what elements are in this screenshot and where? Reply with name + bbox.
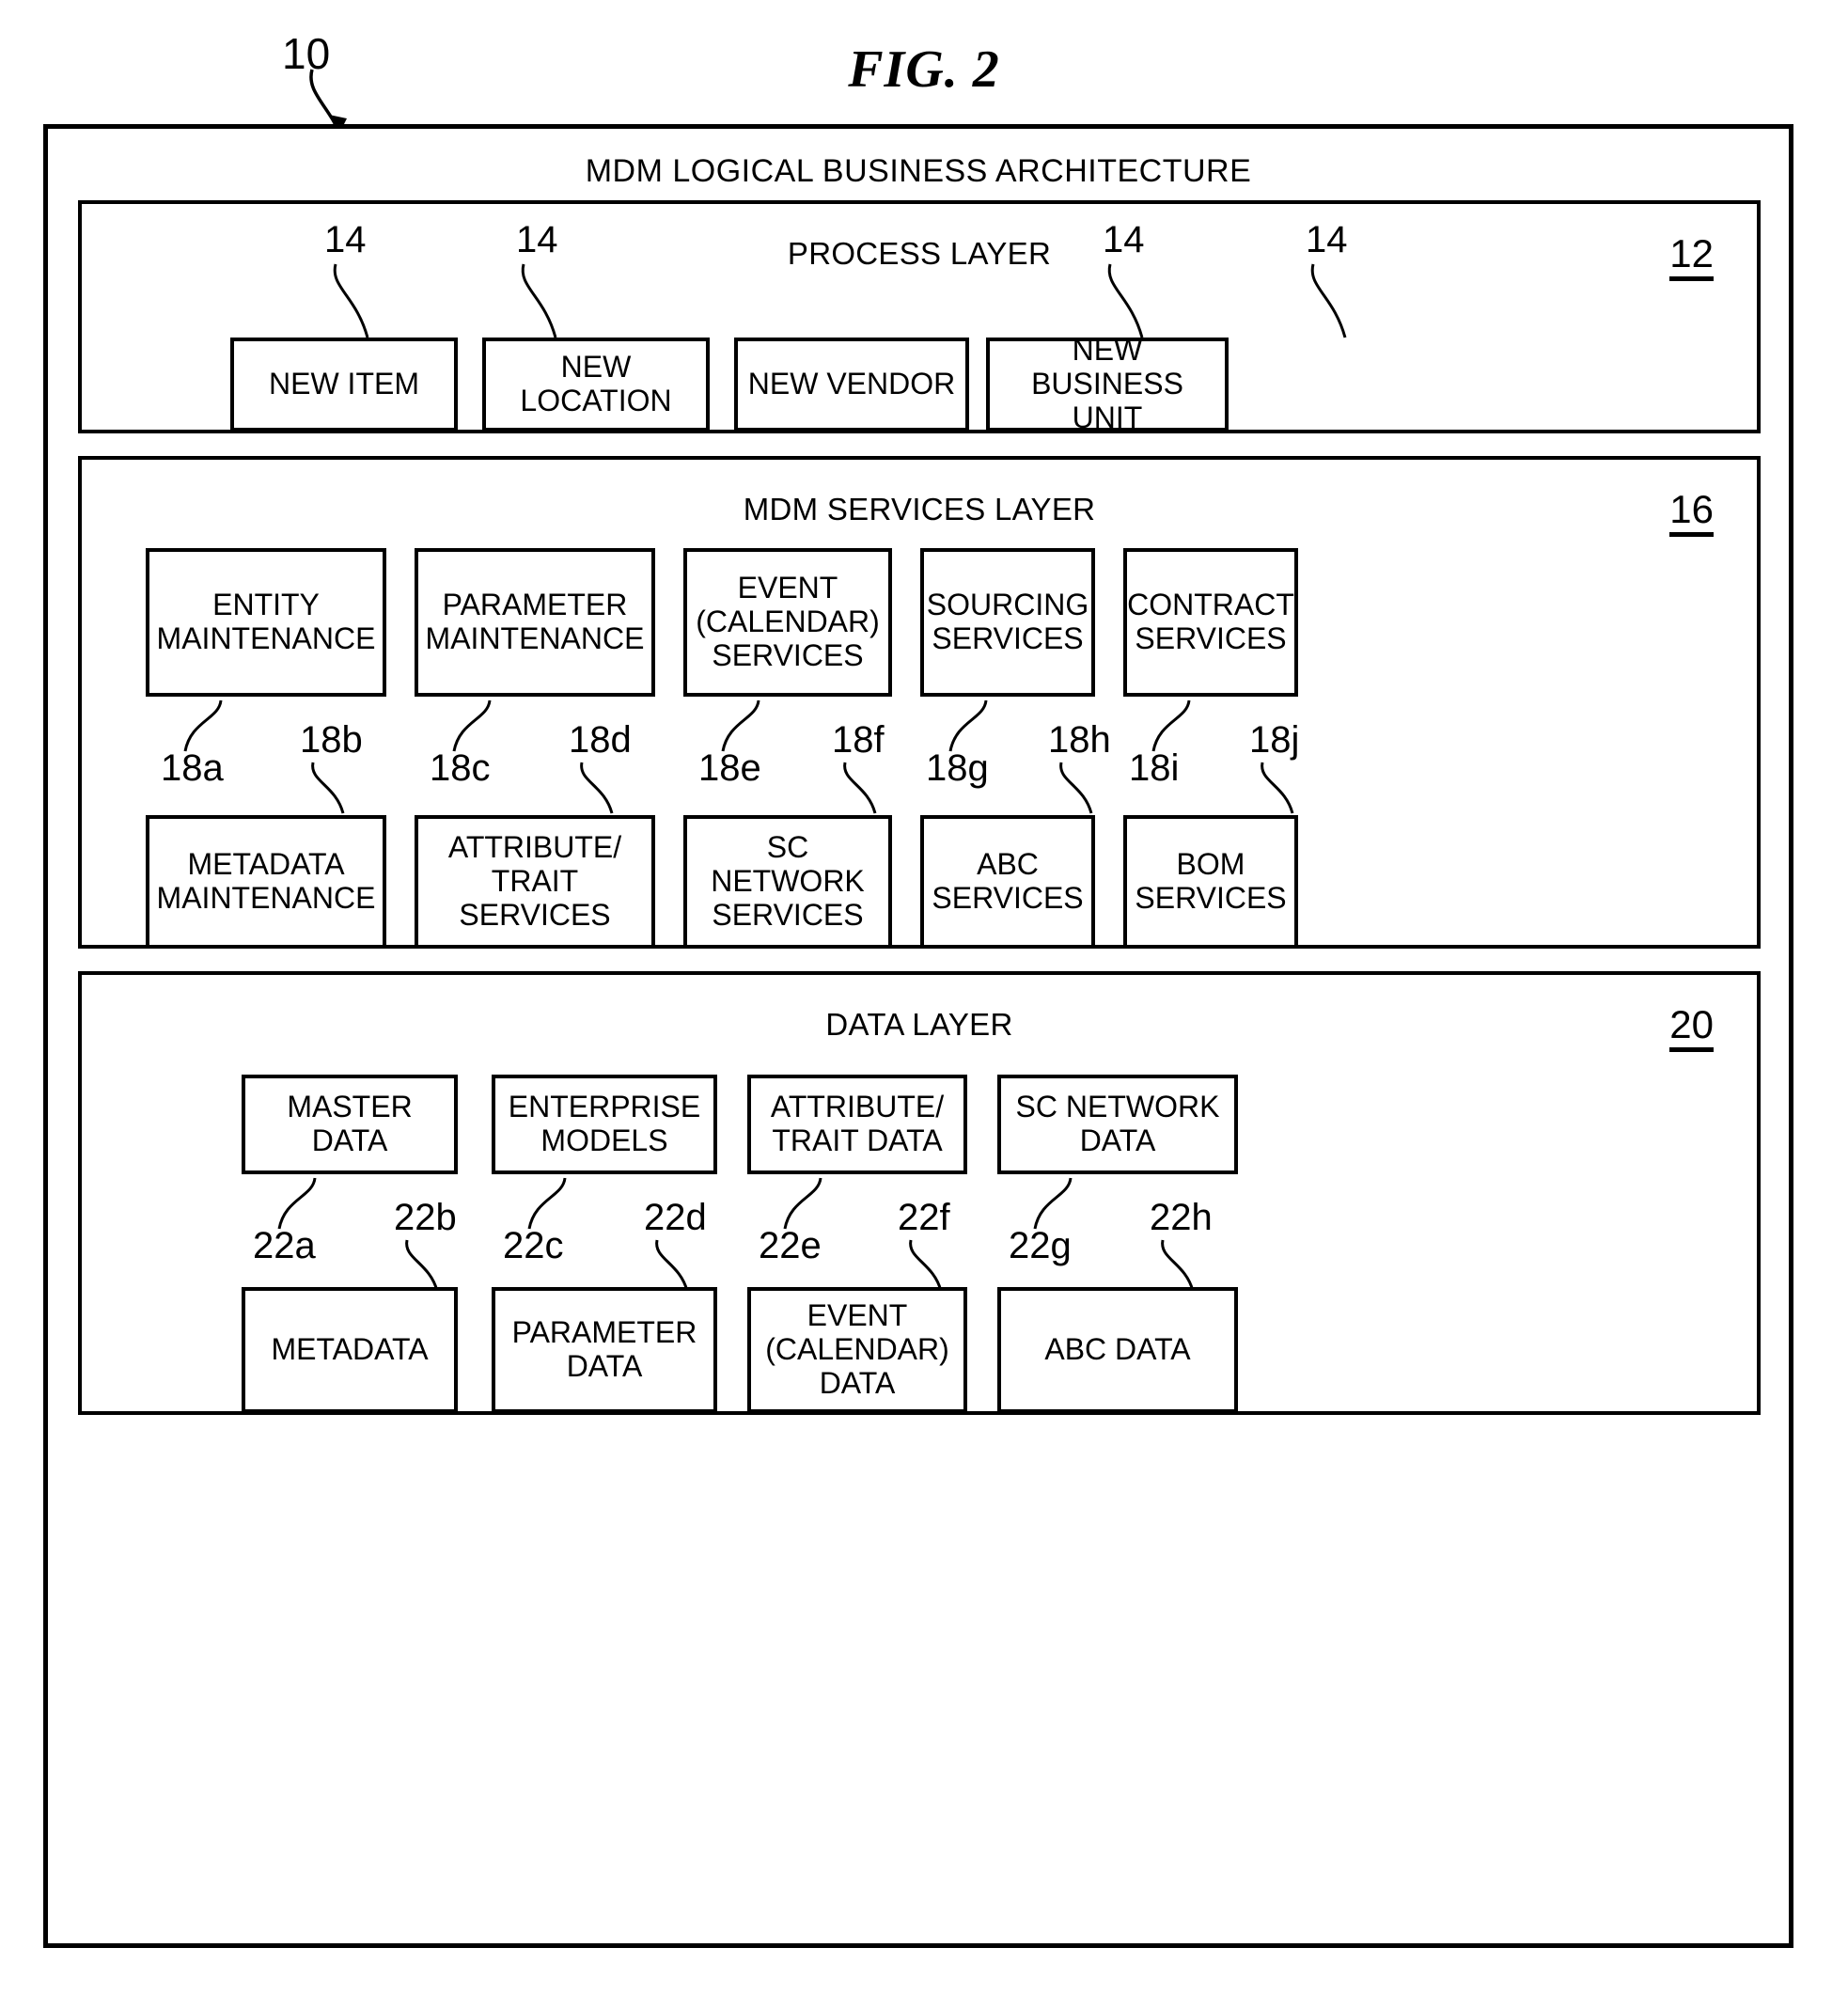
data-box-abc-data[interactable]: ABC DATA: [997, 1287, 1238, 1413]
service-leader-18b: [311, 762, 345, 814]
data-layer-panel: DATA LAYER 20 MASTER DATA ENTERPRISE MOD…: [78, 971, 1761, 1415]
data-leader-22e: [783, 1177, 822, 1230]
service-leader-18g: [948, 699, 988, 752]
service-box-abc-services[interactable]: ABC SERVICES: [920, 815, 1095, 949]
process-layer-reference: 12: [1669, 234, 1714, 281]
data-box-parameter-data[interactable]: PARAMETER DATA: [492, 1287, 717, 1413]
data-leader-22a: [277, 1177, 317, 1230]
service-box-sourcing-services[interactable]: SOURCING SERVICES: [920, 548, 1095, 697]
service-leader-18i: [1151, 699, 1191, 752]
data-reference-22e: 22e: [759, 1225, 822, 1266]
process-box-reference-3: 14: [1103, 219, 1145, 260]
data-reference-22b: 22b: [394, 1197, 457, 1238]
service-leader-18h: [1059, 762, 1093, 814]
process-box-new-vendor[interactable]: NEW VENDOR: [734, 338, 969, 432]
data-reference-22g: 22g: [1009, 1225, 1072, 1266]
service-reference-18g: 18g: [926, 747, 989, 789]
data-box-attribute-trait-data[interactable]: ATTRIBUTE/ TRAIT DATA: [747, 1075, 967, 1174]
service-box-bom-services[interactable]: BOM SERVICES: [1123, 815, 1298, 949]
data-reference-22c: 22c: [503, 1225, 564, 1266]
service-box-event-calendar-services[interactable]: EVENT (CALENDAR) SERVICES: [683, 548, 892, 697]
data-leader-22g: [1033, 1177, 1073, 1230]
process-box-new-item[interactable]: NEW ITEM: [230, 338, 458, 432]
process-box-reference-2: 14: [516, 219, 558, 260]
architecture-title: MDM LOGICAL BUSINESS ARCHITECTURE: [585, 153, 1252, 189]
process-box-reference-1: 14: [324, 219, 367, 260]
service-leader-18e: [721, 699, 760, 752]
process-box-reference-4: 14: [1306, 219, 1348, 260]
data-box-event-calendar-data[interactable]: EVENT (CALENDAR) DATA: [747, 1287, 967, 1413]
service-leader-18j: [1261, 762, 1294, 814]
data-leader-22d: [655, 1239, 689, 1292]
data-leader-22f: [909, 1239, 943, 1292]
service-leader-18d: [580, 762, 614, 814]
service-reference-18c: 18c: [430, 747, 491, 789]
process-layer-panel: PROCESS LAYER 12 14 14 14 14 NEW ITEM NE…: [78, 200, 1761, 434]
services-layer-reference: 16: [1669, 490, 1714, 537]
service-box-attribute-trait-services[interactable]: ATTRIBUTE/ TRAIT SERVICES: [415, 815, 655, 949]
service-leader-18f: [843, 762, 877, 814]
data-box-master-data[interactable]: MASTER DATA: [242, 1075, 458, 1174]
data-reference-22a: 22a: [253, 1225, 316, 1266]
process-box-leader-3: [1107, 263, 1144, 338]
service-box-contract-services[interactable]: CONTRACT SERVICES: [1123, 548, 1298, 697]
data-leader-22b: [405, 1239, 439, 1292]
data-reference-22d: 22d: [644, 1197, 707, 1238]
data-leader-22c: [527, 1177, 567, 1230]
process-box-new-business-unit[interactable]: NEW BUSINESS UNIT: [986, 333, 1229, 434]
service-reference-18e: 18e: [698, 747, 761, 789]
service-leader-18a: [183, 699, 223, 752]
process-box-leader-2: [521, 263, 557, 338]
service-reference-18a: 18a: [161, 747, 224, 789]
data-reference-22h: 22h: [1150, 1197, 1213, 1238]
service-box-parameter-maintenance[interactable]: PARAMETER MAINTENANCE: [415, 548, 655, 697]
service-reference-18i: 18i: [1129, 747, 1180, 789]
service-reference-18d: 18d: [569, 719, 632, 761]
service-box-entity-maintenance[interactable]: ENTITY MAINTENANCE: [146, 548, 386, 697]
data-box-metadata[interactable]: METADATA: [242, 1287, 458, 1413]
service-reference-18j: 18j: [1249, 719, 1300, 761]
service-box-metadata-maintenance[interactable]: METADATA MAINTENANCE: [146, 815, 386, 949]
services-layer-title: MDM SERVICES LAYER: [743, 492, 1096, 526]
data-leader-22h: [1161, 1239, 1195, 1292]
process-box-leader-4: [1310, 263, 1347, 338]
service-reference-18h: 18h: [1048, 719, 1111, 761]
data-layer-reference: 20: [1669, 1005, 1714, 1052]
figure-title: FIG. 2: [848, 40, 1000, 99]
data-box-enterprise-models[interactable]: ENTERPRISE MODELS: [492, 1075, 717, 1174]
service-leader-18c: [452, 699, 492, 752]
data-box-sc-network-data[interactable]: SC NETWORK DATA: [997, 1075, 1238, 1174]
mdm-architecture-frame: MDM LOGICAL BUSINESS ARCHITECTURE PROCES…: [43, 124, 1793, 1948]
services-layer-panel: MDM SERVICES LAYER 16 ENTITY MAINTENANCE…: [78, 456, 1761, 949]
service-box-sc-network-services[interactable]: SC NETWORK SERVICES: [683, 815, 892, 949]
process-box-leader-1: [333, 263, 369, 338]
service-reference-18b: 18b: [300, 719, 363, 761]
service-reference-18f: 18f: [832, 719, 885, 761]
data-reference-22f: 22f: [898, 1197, 950, 1238]
data-layer-title: DATA LAYER: [825, 1007, 1013, 1042]
process-box-new-location[interactable]: NEW LOCATION: [482, 338, 710, 432]
